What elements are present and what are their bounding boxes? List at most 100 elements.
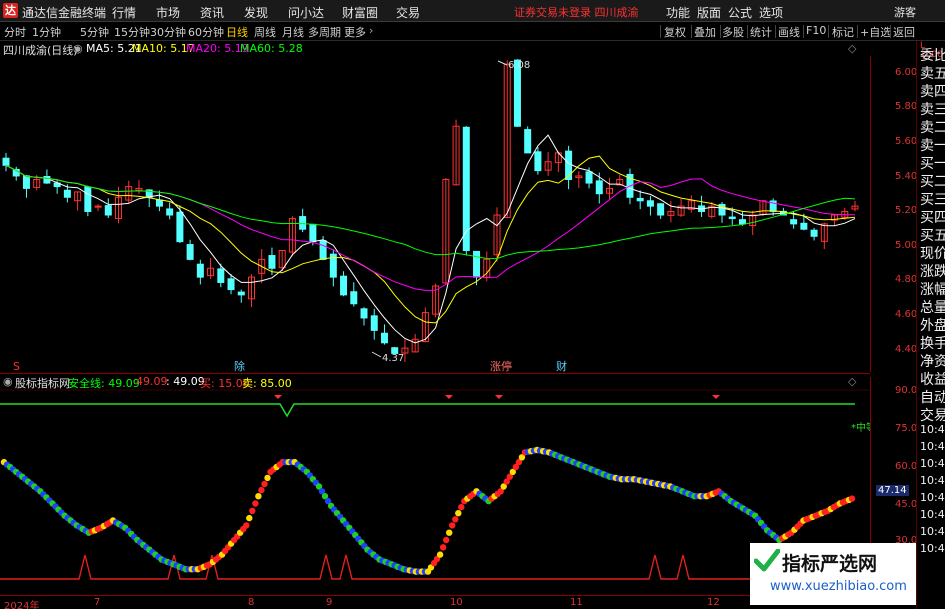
low-price-label: 4.37 <box>382 353 404 364</box>
price-tick: 5.60 <box>895 136 918 147</box>
side-panel-label[interactable]: 总量 <box>920 297 945 317</box>
side-panel-label[interactable]: 10:49 <box>920 423 945 436</box>
indicator-dot <box>249 507 256 514</box>
side-panel-label[interactable]: 卖二 <box>920 117 945 137</box>
candle-body <box>800 222 808 230</box>
side-panel-label[interactable]: 交易 <box>920 405 945 425</box>
candle-body <box>790 219 798 225</box>
event-marker: S <box>13 360 20 373</box>
side-panel-label[interactable]: 收益 <box>920 369 945 389</box>
candle-body <box>473 250 481 278</box>
indicator-dot <box>449 522 456 529</box>
side-panel-label[interactable]: 卖三 <box>920 99 945 119</box>
candle-body <box>227 278 235 291</box>
candle-body <box>534 151 542 172</box>
side-panel-label[interactable]: 买五 <box>920 225 945 245</box>
side-panel-label[interactable]: 卖一 <box>920 135 945 155</box>
price-tick: 5.80 <box>895 101 918 112</box>
candle-body <box>104 205 112 216</box>
price-axis: 6.00 5.80 5.60 5.40 5.20 5.00 4.80 4.60 … <box>870 56 918 372</box>
candle-body <box>299 216 307 230</box>
side-panel-label[interactable]: 10:49 <box>920 491 945 504</box>
watermark-url: www.xuezhibiao.com <box>770 579 907 594</box>
ma10-line <box>5 155 856 324</box>
candle-body <box>350 291 358 305</box>
side-panel-label[interactable]: 10:49 <box>920 542 945 555</box>
candle-body <box>186 244 194 260</box>
btn-back[interactable]: 返回 <box>893 24 915 40</box>
side-panel-label[interactable]: 卖五 <box>920 63 945 83</box>
ma60-line <box>5 164 856 260</box>
side-panel-label[interactable]: 10:49 <box>920 474 945 487</box>
candle-body <box>370 315 378 331</box>
candle-body <box>84 186 92 212</box>
indicator-dot <box>261 480 268 488</box>
indicator-dot <box>246 514 253 522</box>
signal-marker <box>495 395 503 399</box>
price-tick: 5.40 <box>895 171 918 182</box>
candle-body <box>176 211 184 243</box>
side-panel-label[interactable]: 外盘 <box>920 315 945 335</box>
date-label: 9 <box>326 597 333 608</box>
candle-body <box>155 199 163 207</box>
side-panel-label[interactable]: 换手 <box>920 333 945 353</box>
guest-label[interactable]: 游客 <box>894 4 916 20</box>
side-panel-label[interactable]: 涨幅 <box>920 279 945 299</box>
price-tick: 6.00 <box>895 67 918 78</box>
date-axis: 2024年 7 8 9 10 11 12 <box>0 595 870 609</box>
toolbar-divider <box>890 25 891 38</box>
side-panel-label[interactable]: 买三 <box>920 189 945 209</box>
candle-body <box>2 157 10 166</box>
indicator-dot <box>455 510 462 517</box>
date-label: 10 <box>450 597 463 608</box>
candle-body <box>166 208 174 216</box>
watermark-title: 指标严选网 <box>782 553 878 575</box>
candle-body <box>22 175 30 189</box>
candle-body <box>360 308 368 319</box>
side-panel-label[interactable]: 买二 <box>920 171 945 191</box>
candle-body <box>268 255 276 269</box>
watermark-banner: 指标严选网 www.xuezhibiao.com <box>750 543 916 605</box>
side-panel-label[interactable]: 现价 <box>920 243 945 263</box>
candle-body <box>196 263 204 278</box>
side-panel-label[interactable]: 10:49 <box>920 440 945 453</box>
safe-line <box>0 403 855 418</box>
strength-tag: *中等 <box>851 421 870 434</box>
indicator-dot <box>258 486 265 494</box>
current-indicator-value: 47.14 <box>876 485 909 496</box>
side-panel-label[interactable]: 10:49 <box>920 508 945 521</box>
candle-body <box>524 129 532 154</box>
low-price-pointer <box>371 351 382 358</box>
side-panel-label[interactable]: 买四 <box>920 207 945 227</box>
side-panel-label[interactable]: 委比 <box>920 45 945 65</box>
price-tick: 4.60 <box>895 309 918 320</box>
candle-body <box>595 180 603 195</box>
side-panel-label[interactable]: 10:49 <box>920 457 945 470</box>
candle-body <box>94 205 102 208</box>
indicator-dot <box>452 516 459 523</box>
candle-body <box>319 240 327 260</box>
candle-body <box>309 223 317 243</box>
chart-canvas: 6.08 4.37 S 除 涨停 财 *中等 <box>0 59 870 580</box>
signal-marker <box>712 395 720 399</box>
indicator-dot <box>439 544 447 551</box>
event-marker: 涨停 <box>490 359 512 373</box>
date-label: 11 <box>570 597 583 608</box>
date-label: 2024年 <box>4 601 40 609</box>
side-panel-label[interactable]: 自动 <box>920 387 945 407</box>
side-panel-label[interactable]: 买一 <box>920 153 945 173</box>
event-marker: 除 <box>234 359 245 373</box>
date-label: 8 <box>248 597 255 608</box>
candle-body <box>380 332 388 344</box>
signal-marker <box>445 395 453 399</box>
candle-body <box>63 189 71 198</box>
candle-body <box>738 219 746 225</box>
side-panel-label[interactable]: 涨跌 <box>920 261 945 281</box>
side-panel-label[interactable]: 卖四 <box>920 81 945 101</box>
signal-marker <box>274 395 282 399</box>
event-marker: 财 <box>556 359 567 373</box>
indicator-dot <box>255 493 262 500</box>
side-panel-label[interactable]: 10:49 <box>920 525 945 538</box>
indicator-dot <box>848 495 856 502</box>
side-panel-label[interactable]: 净资 <box>920 351 945 371</box>
